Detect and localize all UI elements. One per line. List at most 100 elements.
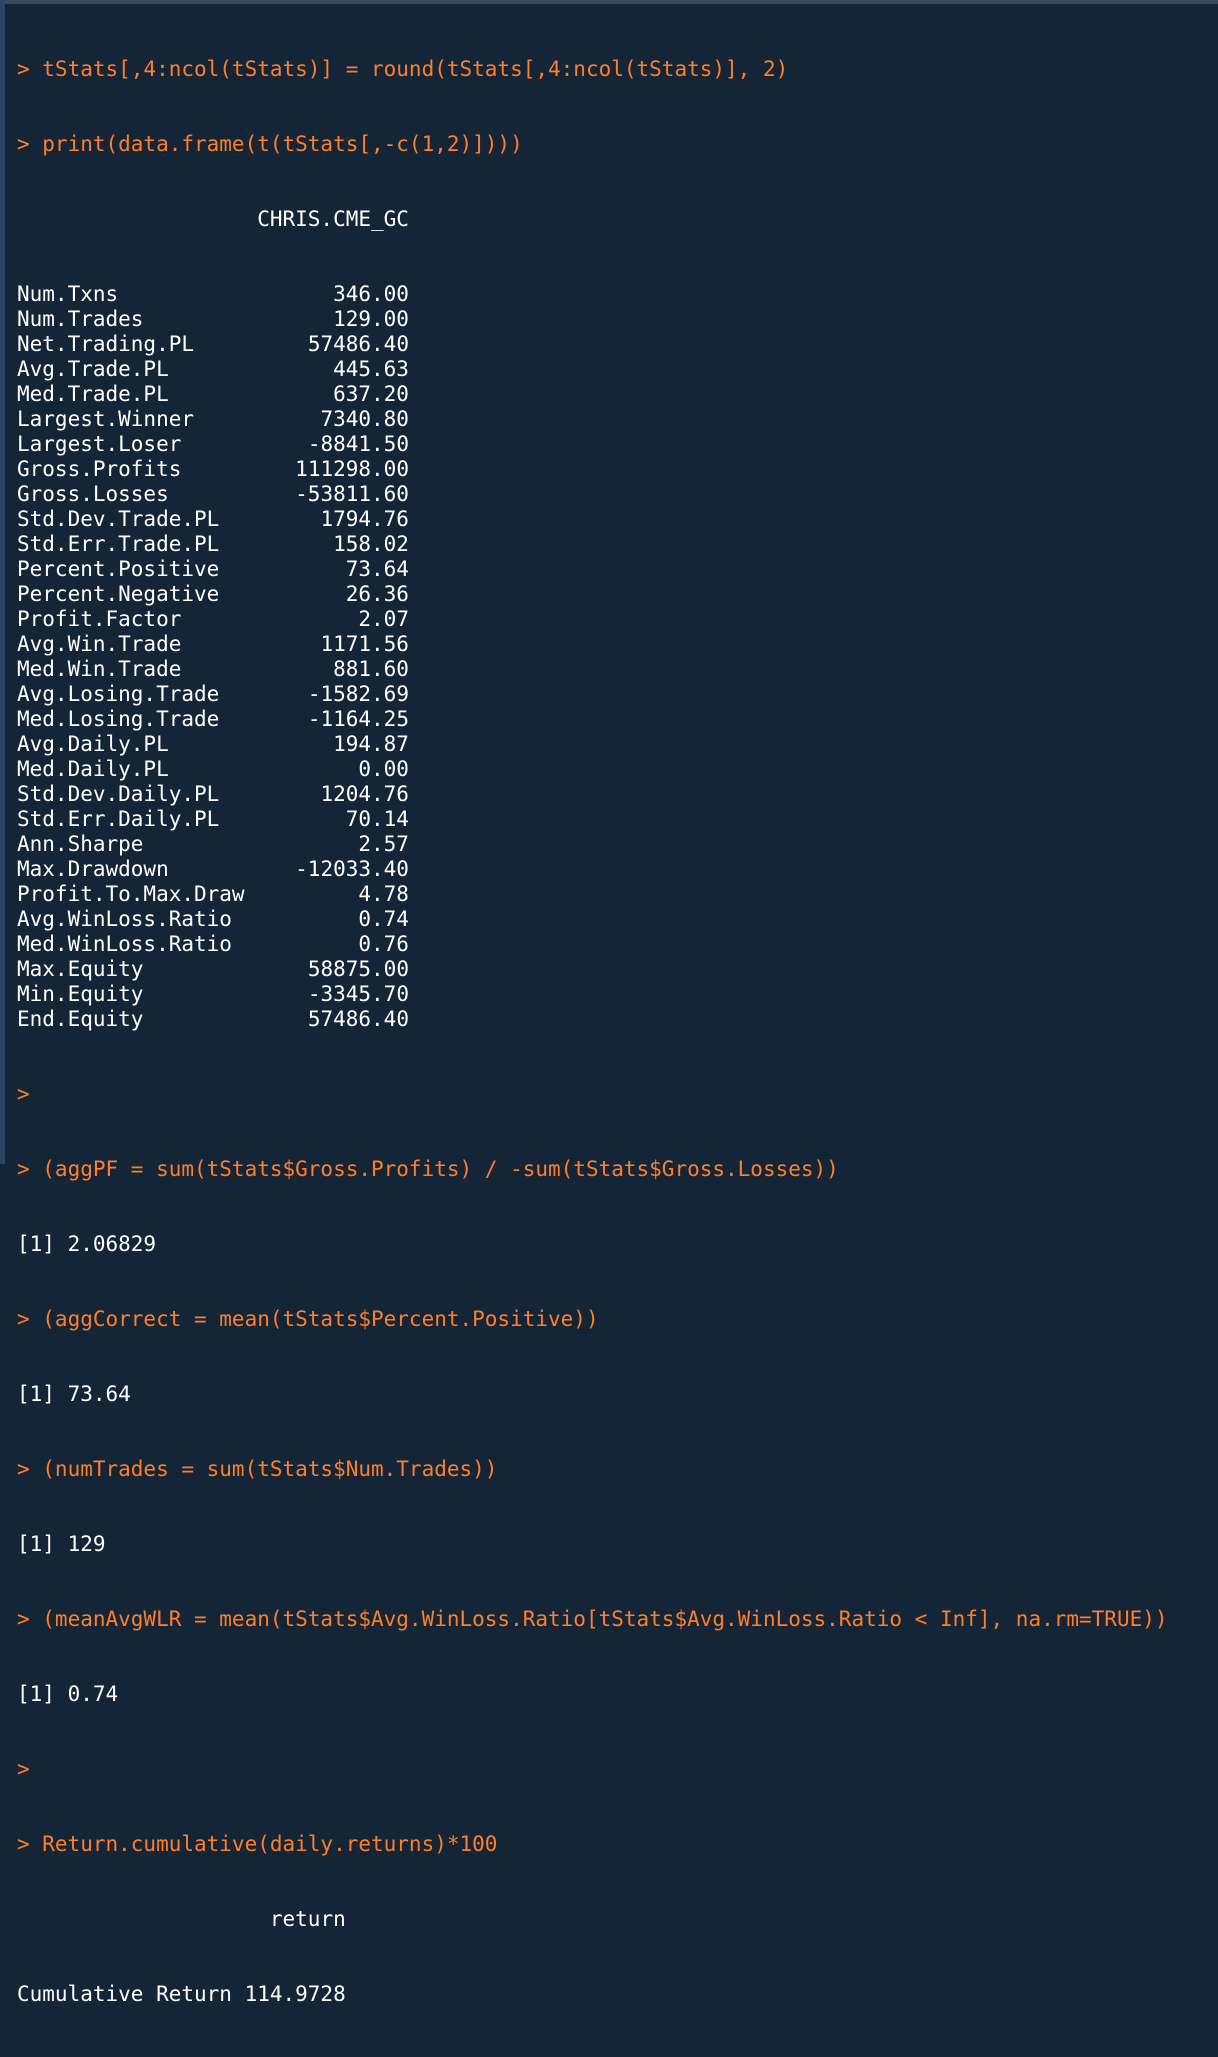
command-line-return-cumulative: > Return.cumulative(daily.returns)*100 (17, 1832, 498, 1856)
stat-label: Avg.Trade.PL (17, 357, 169, 381)
stat-label: Profit.Factor (17, 607, 182, 631)
stat-spacer (181, 432, 307, 456)
stat-spacer (169, 757, 359, 781)
stat-value: 158.02 (333, 532, 409, 556)
stat-label: Largest.Winner (17, 407, 195, 431)
command-line-mean-avg-wlr: > (meanAvgWLR = mean(tStats$Avg.WinLoss.… (17, 1607, 1168, 1631)
stat-value: 58875.00 (307, 957, 409, 981)
stats-table-row: Max.Drawdown -12033.40 (17, 857, 1168, 882)
stats-table-row: Avg.Daily.PL 194.87 (17, 732, 1168, 757)
stats-table-row: Avg.WinLoss.Ratio 0.74 (17, 907, 1168, 932)
stat-spacer (194, 407, 320, 431)
stat-value: 1204.76 (320, 782, 409, 806)
stats-table-row: Med.Win.Trade 881.60 (17, 657, 1168, 682)
stat-label: Med.Losing.Trade (17, 707, 220, 731)
stat-spacer (219, 807, 345, 831)
stats-table-row: Largest.Loser -8841.50 (17, 432, 1168, 457)
stats-table-row: Percent.Positive 73.64 (17, 557, 1168, 582)
stat-spacer (219, 582, 345, 606)
stat-spacer (181, 607, 358, 631)
stat-value: 1171.56 (320, 632, 409, 656)
stat-value: -53811.60 (295, 482, 409, 506)
stat-value: 7340.80 (320, 407, 409, 431)
stat-label: Std.Dev.Daily.PL (17, 782, 220, 806)
return-column-header: return (269, 1907, 346, 1931)
stat-label: Avg.WinLoss.Ratio (17, 907, 232, 931)
stat-value: -3345.70 (307, 982, 409, 1006)
stat-value: 1794.76 (320, 507, 409, 531)
table-column-header: CHRIS.CME_GC (257, 207, 409, 231)
stat-value: 57486.40 (307, 1007, 409, 1031)
stats-table-row: Avg.Trade.PL 445.63 (17, 357, 1168, 382)
stat-value: 4.78 (358, 882, 409, 906)
stat-label: Num.Txns (17, 282, 119, 306)
stat-label: Profit.To.Max.Draw (17, 882, 245, 906)
stat-label: Avg.Losing.Trade (17, 682, 220, 706)
stats-table-row: Profit.To.Max.Draw 4.78 (17, 882, 1168, 907)
stat-value: -1582.69 (307, 682, 409, 706)
stat-label: Avg.Daily.PL (17, 732, 169, 756)
output-num-trades: [1] 129 (17, 1532, 106, 1556)
stat-label: Med.Daily.PL (17, 757, 169, 781)
stats-table-row: Med.WinLoss.Ratio 0.76 (17, 932, 1168, 957)
stat-value: -12033.40 (295, 857, 409, 881)
stat-label: Ann.Sharpe (17, 832, 144, 856)
stat-spacer (143, 1007, 307, 1031)
r-console[interactable]: > tStats[,4:ncol(tStats)] = round(tStats… (0, 0, 1218, 2006)
stat-spacer (118, 282, 333, 306)
stat-value: 637.20 (333, 382, 409, 406)
stat-spacer (219, 507, 320, 531)
command-line-round-stats: > tStats[,4:ncol(tStats)] = round(tStats… (17, 57, 789, 81)
stats-table-row: Num.Trades 129.00 (17, 307, 1168, 332)
stat-value: 445.63 (333, 357, 409, 381)
stat-spacer (194, 332, 308, 356)
console-output[interactable]: > tStats[,4:ncol(tStats)] = round(tStats… (17, 7, 1168, 2057)
stats-table-row: Max.Equity 58875.00 (17, 957, 1168, 982)
stats-table-row: Avg.Win.Trade 1171.56 (17, 632, 1168, 657)
stat-spacer (219, 682, 308, 706)
stat-label: Largest.Loser (17, 432, 182, 456)
stat-label: Num.Trades (17, 307, 144, 331)
stat-value: 70.14 (345, 807, 409, 831)
stats-table-row: Gross.Losses -53811.60 (17, 482, 1168, 507)
stat-spacer (219, 707, 308, 731)
stat-value: 2.07 (358, 607, 409, 631)
stat-value: 0.00 (358, 757, 409, 781)
stat-spacer (169, 382, 333, 406)
stat-label: Std.Err.Daily.PL (17, 807, 220, 831)
stats-table-row: Min.Equity -3345.70 (17, 982, 1168, 1007)
stats-table-row: End.Equity 57486.40 (17, 1007, 1168, 1032)
stat-spacer (143, 832, 358, 856)
stat-label: Min.Equity (17, 982, 144, 1006)
stat-label: Gross.Profits (17, 457, 182, 481)
stats-table-row: Med.Losing.Trade -1164.25 (17, 707, 1168, 732)
stat-label: Avg.Win.Trade (17, 632, 182, 656)
stat-spacer (181, 632, 320, 656)
blank-prompt: > (17, 1757, 30, 1781)
stat-label: Med.Win.Trade (17, 657, 182, 681)
stat-value: 73.64 (345, 557, 409, 581)
stat-spacer (143, 982, 307, 1006)
stat-value: 881.60 (333, 657, 409, 681)
stat-spacer (169, 732, 333, 756)
stats-table-body: Num.Txns 346.00 Num.Trades 129.00 Net.Trad… (17, 282, 1168, 1032)
stats-table-row: Std.Err.Trade.PL 158.02 (17, 532, 1168, 557)
stat-spacer (181, 657, 333, 681)
stat-spacer (232, 907, 358, 931)
stat-spacer (143, 957, 307, 981)
stat-value: 2.57 (358, 832, 409, 856)
stats-table-row: Med.Trade.PL 637.20 (17, 382, 1168, 407)
stat-label: Max.Equity (17, 957, 144, 981)
command-line-agg-pf: > (aggPF = sum(tStats$Gross.Profits) / -… (17, 1157, 839, 1181)
console-gutter (0, 0, 5, 1164)
stat-label: Med.Trade.PL (17, 382, 169, 406)
stat-label: Std.Err.Trade.PL (17, 532, 220, 556)
stat-value: 129.00 (333, 307, 409, 331)
stat-spacer (181, 457, 295, 481)
stat-label: Net.Trading.PL (17, 332, 195, 356)
stat-spacer (169, 482, 295, 506)
stat-value: 0.74 (358, 907, 409, 931)
stats-table-row: Std.Dev.Trade.PL 1794.76 (17, 507, 1168, 532)
stat-spacer (219, 532, 333, 556)
stats-table-row: Gross.Profits 111298.00 (17, 457, 1168, 482)
